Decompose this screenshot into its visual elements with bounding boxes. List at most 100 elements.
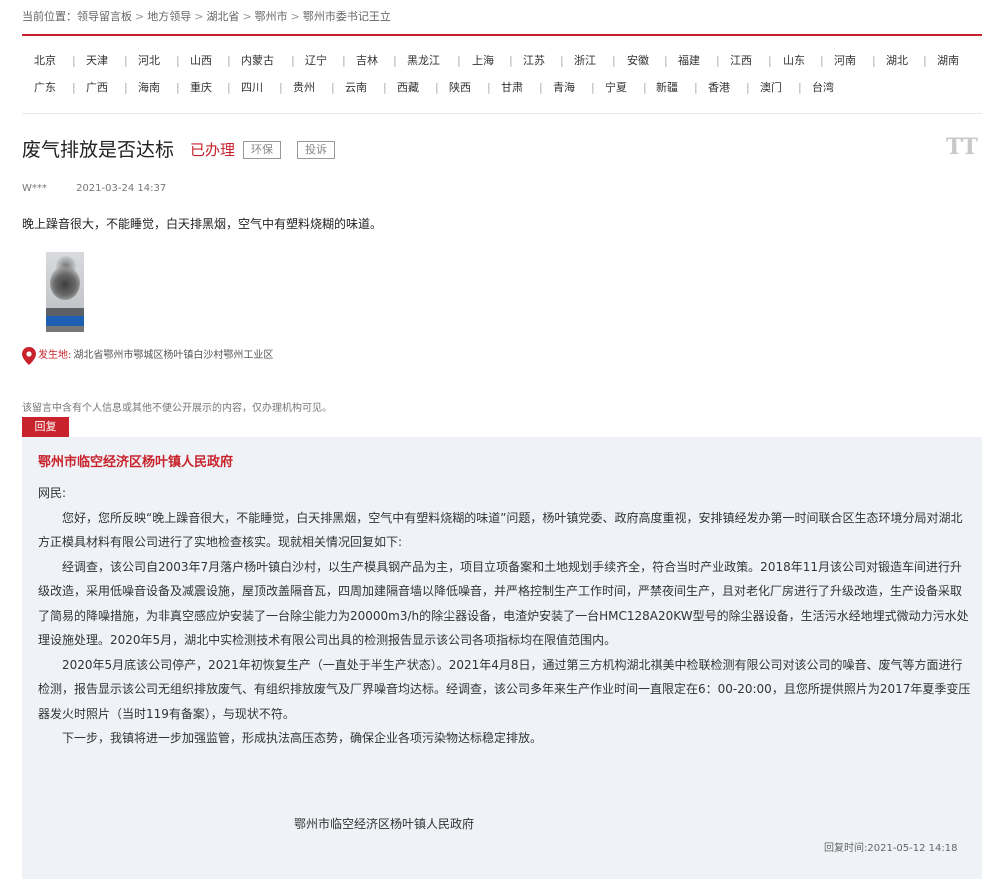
photo-building: [46, 316, 84, 326]
province-link[interactable]: 安徽: [627, 51, 649, 71]
province-link[interactable]: 湖南: [937, 51, 959, 71]
province-separator: |: [716, 54, 720, 67]
province-link[interactable]: 云南: [345, 78, 367, 98]
province-separator: |: [291, 54, 295, 67]
province-separator: |: [227, 54, 231, 67]
province-link[interactable]: 山西: [190, 51, 212, 71]
breadcrumb-separator: >: [194, 10, 204, 23]
province-link[interactable]: 浙江: [574, 51, 596, 71]
reply-paragraph: 经调查，该公司自2003年7月落户杨叶镇白沙村，以生产模具钢产品为主，项目立项备…: [38, 559, 969, 648]
header-divider: [22, 34, 982, 36]
photo-smoke: [50, 266, 80, 300]
breadcrumb-item-hubei[interactable]: 湖北省: [206, 10, 239, 23]
reply-time-label: 回复时间:: [824, 843, 868, 854]
province-separator: |: [124, 81, 128, 94]
photo-ground: [46, 308, 84, 316]
attached-photo[interactable]: [46, 252, 84, 332]
location-value: 湖北省鄂州市鄂城区杨叶镇白沙村鄂州工业区: [73, 350, 274, 361]
province-link[interactable]: 甘肃: [501, 78, 523, 98]
province-separator: |: [279, 81, 283, 94]
province-link[interactable]: 广东: [34, 78, 56, 98]
province-link[interactable]: 陕西: [449, 78, 471, 98]
province-link[interactable]: 内蒙古: [241, 51, 274, 71]
province-link[interactable]: 山东: [783, 51, 805, 71]
reply-tab: 回复: [22, 417, 69, 437]
province-link[interactable]: 河南: [834, 51, 856, 71]
province-separator: |: [435, 81, 439, 94]
province-link[interactable]: 四川: [241, 78, 263, 98]
province-separator: |: [768, 54, 772, 67]
province-link[interactable]: 黑龙江: [407, 51, 440, 71]
reply-box: 鄂州市临空经济区杨叶镇人民政府 网民: 您好，您所反映“晚上躁音很大，不能睡觉，…: [22, 437, 982, 879]
section-divider: [22, 113, 982, 114]
province-separator: |: [393, 54, 397, 67]
reply-time-value: 2021-05-12 14:18: [867, 843, 958, 854]
province-link[interactable]: 宁夏: [605, 78, 627, 98]
province-link[interactable]: 台湾: [812, 78, 834, 98]
province-link[interactable]: 海南: [138, 78, 160, 98]
reply-paragraph: 您好，您所反映“晚上躁音很大，不能睡觉，白天排黑烟，空气中有塑料烧糊的味道”问题…: [38, 510, 963, 550]
province-separator: |: [331, 81, 335, 94]
province-nav-row-1: 北京 | 天津 | 河北 | 山西 | 内蒙古 | 辽宁 | 吉林 | 黑龙江 …: [22, 51, 982, 71]
message-date: 2021-03-24 14:37: [76, 183, 167, 194]
province-separator: |: [72, 81, 76, 94]
province-separator: |: [872, 54, 876, 67]
province-link[interactable]: 辽宁: [305, 51, 327, 71]
breadcrumb-item-local-leaders[interactable]: 地方领导: [147, 10, 191, 23]
province-separator: |: [820, 54, 824, 67]
province-link[interactable]: 青海: [553, 78, 575, 98]
message-title: 废气排放是否达标: [22, 139, 175, 161]
reply-time: 回复时间:2021-05-12 14:18: [824, 839, 958, 854]
province-link[interactable]: 天津: [86, 51, 108, 71]
province-link[interactable]: 西藏: [397, 78, 419, 98]
province-separator: |: [487, 81, 491, 94]
photo-base: [46, 326, 84, 332]
province-link[interactable]: 广西: [86, 78, 108, 98]
reply-paragraph: 2020年5月底该公司停产，2021年初恢复生产（一直处于半生产状态）。2021…: [38, 657, 971, 721]
breadcrumb-item-leader-board[interactable]: 领导留言板: [77, 10, 132, 23]
breadcrumb: 当前位置：领导留言板 > 地方领导 > 湖北省 > 鄂州市 > 鄂州市委书记王立: [22, 8, 391, 24]
province-link[interactable]: 北京: [34, 51, 56, 71]
province-separator: |: [923, 54, 927, 67]
reply-signature: 鄂州市临空经济区杨叶镇人民政府: [294, 817, 475, 831]
breadcrumb-item-secretary[interactable]: 鄂州市委书记王立: [303, 10, 391, 23]
province-separator: |: [342, 54, 346, 67]
province-separator: |: [383, 81, 387, 94]
province-link[interactable]: 湖北: [886, 51, 908, 71]
province-separator: |: [457, 54, 461, 67]
province-separator: |: [227, 81, 231, 94]
breadcrumb-prefix: 当前位置：: [22, 10, 77, 23]
privacy-note: 该留言中含有个人信息或其他不便公开展示的内容，仅办理机构可见。: [22, 403, 332, 414]
message-meta: W*** 2021-03-24 14:37: [22, 183, 166, 194]
province-separator: |: [509, 54, 513, 67]
location-pin-icon: [22, 347, 36, 365]
province-link[interactable]: 澳门: [760, 78, 782, 98]
province-separator: |: [798, 81, 802, 94]
message-author: W***: [22, 183, 47, 194]
province-link[interactable]: 河北: [138, 51, 160, 71]
province-link[interactable]: 新疆: [656, 78, 678, 98]
province-link[interactable]: 上海: [472, 51, 494, 71]
font-size-toggle-icon[interactable]: TT: [946, 134, 978, 160]
province-nav-row-2: 广东 | 广西 | 海南 | 重庆 | 四川 | 贵州 | 云南 | 西藏 | …: [22, 78, 982, 98]
location-label: 发生地:: [38, 350, 72, 361]
province-separator: |: [643, 81, 647, 94]
reply-paragraph: 下一步，我镇将进一步加强监管，形成执法高压态势，确保企业各项污染物达标稳定排放。: [62, 731, 543, 745]
province-link[interactable]: 香港: [708, 78, 730, 98]
breadcrumb-item-ezhou[interactable]: 鄂州市: [255, 10, 288, 23]
reply-body: 网民: 您好，您所反映“晚上躁音很大，不能睡觉，白天排黑烟，空气中有塑料烧糊的味…: [38, 481, 972, 751]
tag-complaint[interactable]: 投诉: [297, 141, 335, 159]
province-link[interactable]: 福建: [678, 51, 700, 71]
province-link[interactable]: 贵州: [293, 78, 315, 98]
message-content: 晚上躁音很大，不能睡觉，白天排黑烟，空气中有塑料烧糊的味道。: [22, 217, 383, 231]
province-separator: |: [612, 54, 616, 67]
province-separator: |: [72, 54, 76, 67]
province-link[interactable]: 江西: [730, 51, 752, 71]
province-link[interactable]: 江苏: [523, 51, 545, 71]
breadcrumb-separator: >: [242, 10, 252, 23]
province-link[interactable]: 重庆: [190, 78, 212, 98]
tag-environment[interactable]: 环保: [243, 141, 281, 159]
status-badge: 已办理: [190, 141, 236, 159]
breadcrumb-separator: >: [290, 10, 300, 23]
province-link[interactable]: 吉林: [356, 51, 378, 71]
